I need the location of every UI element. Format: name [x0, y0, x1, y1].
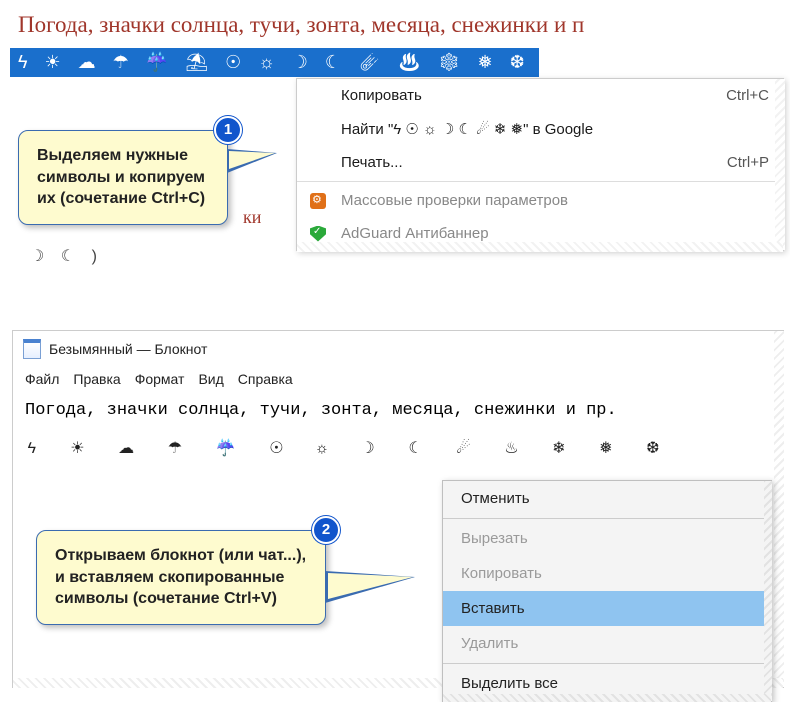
- menu-format[interactable]: Формат: [135, 371, 185, 387]
- notepad-menubar: Файл Правка Формат Вид Справка: [13, 367, 783, 395]
- symbol-row-secondary: ☽ ☾ ): [30, 246, 103, 266]
- notepad-icon: [23, 339, 41, 359]
- menu-item-extension-1[interactable]: Массовые проверки параметров: [297, 184, 783, 217]
- menu-label: Копировать: [341, 87, 422, 104]
- menu-help[interactable]: Справка: [238, 371, 293, 387]
- menu-item-find[interactable]: Найти "ϟ ☉ ☼ ☽ ☾ ☄ ❄ ❅" в Google: [297, 112, 783, 146]
- browser-context-menu: Копировать Ctrl+C Найти "ϟ ☉ ☼ ☽ ☾ ☄ ❄ ❅…: [296, 78, 784, 251]
- menu-edit[interactable]: Правка: [73, 371, 120, 387]
- menu-label: AdGuard Антибаннер: [341, 225, 489, 242]
- menu-item-delete[interactable]: Удалить: [443, 626, 771, 661]
- callout-badge: 2: [312, 516, 340, 544]
- truncated-heading-fragment: ки: [243, 207, 261, 228]
- menu-shortcut: Ctrl+C: [726, 87, 769, 104]
- torn-edge: [775, 79, 785, 250]
- menu-separator: [443, 663, 771, 664]
- callout-text: Выделяем нужные символы и копируем их (с…: [37, 147, 205, 207]
- menu-item-copy[interactable]: Копировать Ctrl+C: [297, 79, 783, 112]
- menu-label: Печать...: [341, 154, 403, 171]
- menu-label: Найти "ϟ ☉ ☼ ☽ ☾ ☄ ❄ ❅" в Google: [341, 120, 593, 138]
- notepad-text-line[interactable]: Погода, значки солнца, тучи, зонта, меся…: [13, 395, 783, 426]
- menu-item-copy[interactable]: Копировать: [443, 556, 771, 591]
- menu-shortcut: Ctrl+P: [727, 154, 769, 171]
- callout-badge: 1: [214, 116, 242, 144]
- menu-item-paste[interactable]: Вставить: [443, 591, 771, 626]
- callout-step-1: 1 Выделяем нужные символы и копируем их …: [18, 130, 228, 225]
- menu-item-print[interactable]: Печать... Ctrl+P: [297, 146, 783, 179]
- menu-label: Массовые проверки параметров: [341, 192, 568, 209]
- menu-separator: [443, 518, 771, 519]
- menu-separator: [297, 181, 783, 182]
- notepad-title-text: Безымянный — Блокнот: [49, 341, 207, 357]
- callout-text: Открываем блокнот (или чат...), и вставл…: [55, 547, 306, 607]
- torn-edge: [774, 331, 784, 687]
- extension-icon: [309, 192, 327, 210]
- notepad-context-menu: Отменить Вырезать Копировать Вставить Уд…: [442, 480, 772, 702]
- callout-step-2: 2 Открываем блокнот (или чат...), и вста…: [36, 530, 326, 625]
- shield-icon: [309, 225, 327, 243]
- torn-edge: [443, 694, 771, 702]
- notepad-symbols-line[interactable]: ϟ ☀ ☁ ☂ ☔ ☉ ☼ ☽ ☾ ☄ ♨ ❄ ❅ ❆: [13, 426, 783, 470]
- notepad-titlebar: Безымянный — Блокнот: [13, 331, 783, 367]
- callout-pointer: [325, 571, 415, 603]
- menu-item-undo[interactable]: Отменить: [443, 481, 771, 516]
- torn-edge: [297, 242, 783, 252]
- page-title: Погода, значки солнца, тучи, зонта, меся…: [0, 0, 790, 48]
- menu-item-cut[interactable]: Вырезать: [443, 521, 771, 556]
- torn-edge: [764, 481, 772, 701]
- selected-symbols-highlight[interactable]: ϟ ☀ ☁ ☂ ☔ ⛱ ☉ ☼ ☽ ☾ ☄ ♨ ❄ ❅ ❆: [10, 48, 539, 77]
- menu-file[interactable]: Файл: [25, 371, 59, 387]
- callout-pointer: [227, 149, 277, 173]
- menu-view[interactable]: Вид: [198, 371, 223, 387]
